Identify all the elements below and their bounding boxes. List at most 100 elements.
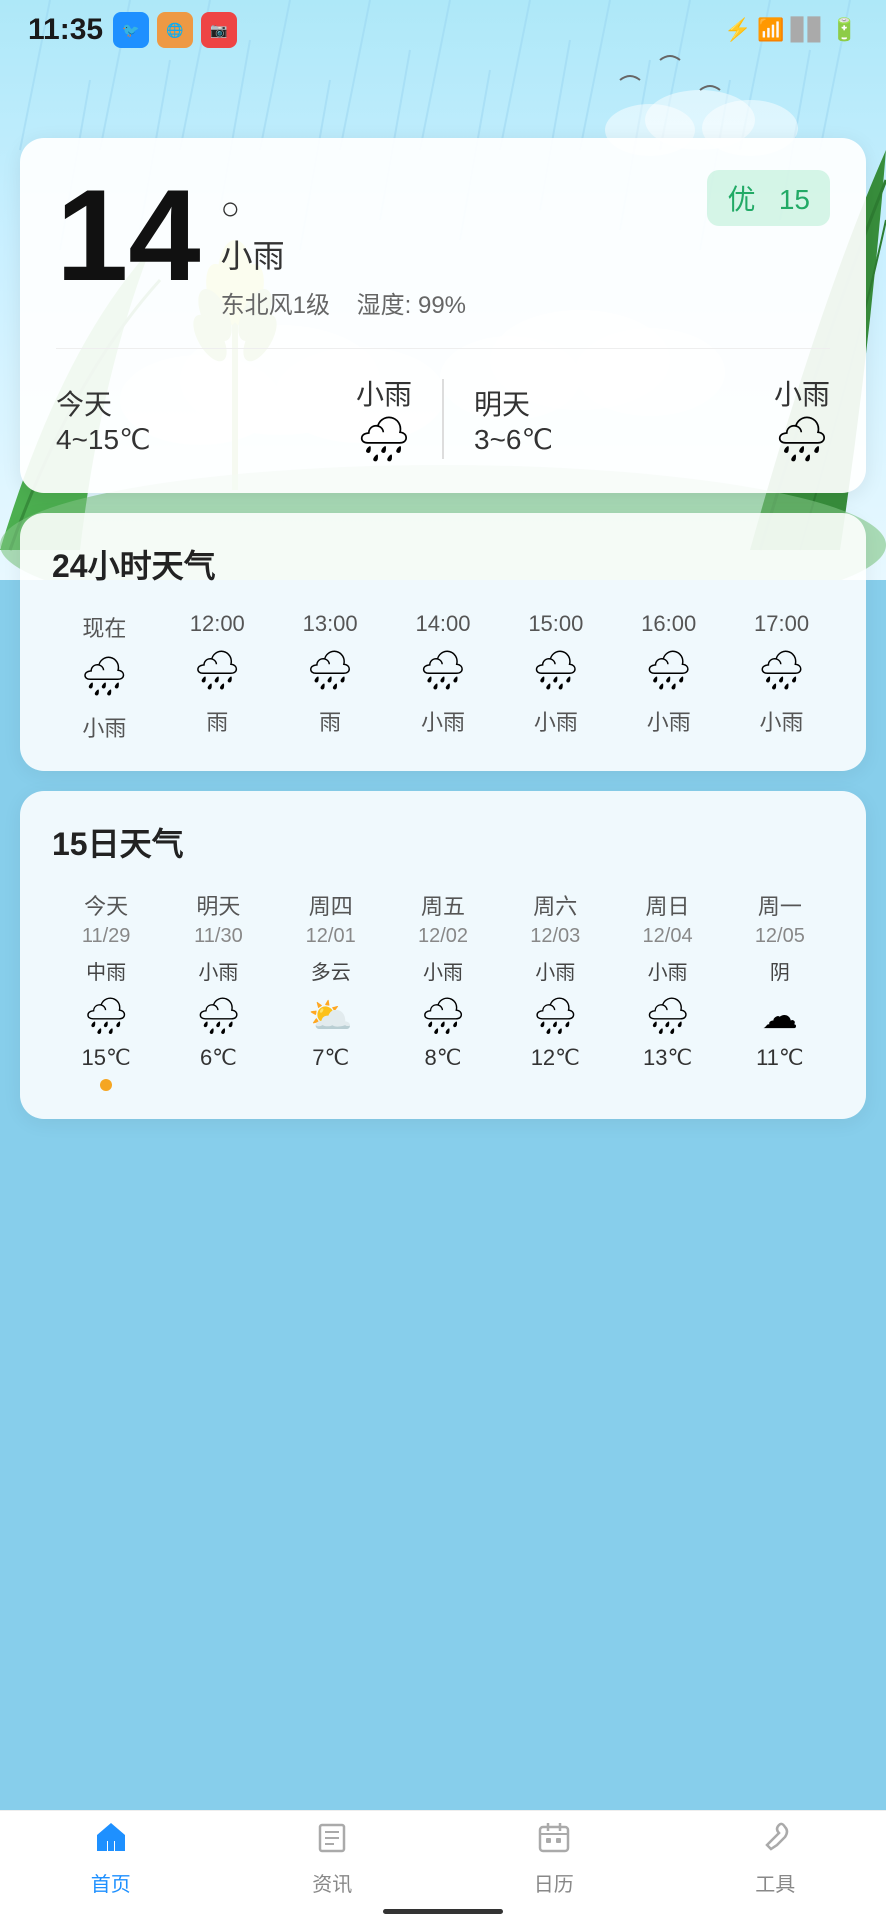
hourly-time: 15:00 <box>503 611 608 637</box>
hourly-item: 15:00 🌧 小雨 <box>503 611 608 743</box>
today-tomorrow-row: 今天 4~15℃ 小雨 🌧 明天 3~6℃ <box>56 348 830 465</box>
hourly-weather-card: 24小时天气 现在 🌧 小雨 12:00 🌧 雨 13:00 🌧 雨 14:00… <box>20 513 866 771</box>
hourly-item: 14:00 🌧 小雨 <box>391 611 496 743</box>
daily-desc: 小雨 <box>613 956 721 985</box>
daily-day: 周日 <box>613 889 721 921</box>
daily-day: 今天 <box>52 889 160 921</box>
hourly-icon: 🌧 <box>616 649 721 693</box>
nav-item-tools[interactable]: 工具 <box>755 1819 795 1897</box>
nav-item-home[interactable]: 首页 <box>91 1819 131 1897</box>
daily-date: 12/04 <box>613 925 721 948</box>
hourly-icon: 🌧 <box>165 649 270 693</box>
temperature-value: 14 <box>56 170 201 300</box>
daily-desc: 多云 <box>277 956 385 985</box>
aqi-value: 15 <box>779 184 810 215</box>
wind-info: 东北风1级 <box>221 292 330 319</box>
tomorrow-weather-label: 小雨 <box>774 373 830 413</box>
hourly-time: 16:00 <box>616 611 721 637</box>
daily-date: 11/29 <box>52 925 160 948</box>
daily-item: 周六 12/03 小雨 🌧 12℃ <box>501 889 609 1091</box>
app-icon-2: 🌐 <box>157 12 193 48</box>
main-content: 14 ○ 小雨 东北风1级 湿度: 99% 优 15 今天 <box>0 138 886 1159</box>
daily-temp: 8℃ <box>389 1045 497 1071</box>
hourly-time: 14:00 <box>391 611 496 637</box>
daily-date: 12/05 <box>726 925 834 948</box>
hourly-icon: 🌧 <box>52 655 157 699</box>
daily-item: 周日 12/04 小雨 🌧 13℃ <box>613 889 721 1091</box>
daily-temp: 15℃ <box>52 1045 160 1071</box>
weather-description: 小雨 <box>221 231 708 277</box>
hourly-grid: 现在 🌧 小雨 12:00 🌧 雨 13:00 🌧 雨 14:00 🌧 小雨 1… <box>52 611 834 743</box>
weather-info: ○ 小雨 东北风1级 湿度: 99% <box>221 170 708 320</box>
daily-desc: 小雨 <box>501 956 609 985</box>
app-icon-1: 🐦 <box>113 12 149 48</box>
today-temp: 4~15℃ <box>56 423 151 456</box>
daily-day: 周六 <box>501 889 609 921</box>
hourly-icon: 🌧 <box>391 649 496 693</box>
hourly-item: 现在 🌧 小雨 <box>52 611 157 743</box>
tomorrow-temp: 3~6℃ <box>474 423 553 456</box>
hourly-item: 12:00 🌧 雨 <box>165 611 270 743</box>
daily-icon: ☁ <box>726 995 834 1037</box>
nav-label-calendar: 日历 <box>534 1868 574 1897</box>
hourly-desc: 小雨 <box>729 705 834 737</box>
daily-desc: 小雨 <box>164 956 272 985</box>
status-icons: ⚡ 📶 ▊▊ 🔋 <box>724 17 858 43</box>
daily-day: 周五 <box>389 889 497 921</box>
daily-icon: 🌧 <box>164 995 272 1037</box>
status-bar: 11:35 🐦 🌐 📷 ⚡ 📶 ▊▊ 🔋 <box>0 0 886 56</box>
daily-item: 周一 12/05 阴 ☁ 11℃ <box>726 889 834 1091</box>
daily-date: 12/03 <box>501 925 609 948</box>
today-dot <box>100 1079 112 1091</box>
nav-icon-news <box>314 1819 350 1864</box>
daily-item: 周五 12/02 小雨 🌧 8℃ <box>389 889 497 1091</box>
bluetooth-icon: ⚡ <box>724 17 751 43</box>
current-weather-card: 14 ○ 小雨 东北风1级 湿度: 99% 优 15 今天 <box>20 138 866 493</box>
app-icons: 🐦 🌐 📷 <box>113 12 237 48</box>
nav-item-calendar[interactable]: 日历 <box>534 1819 574 1897</box>
daily-desc: 小雨 <box>389 956 497 985</box>
app-icon-3: 📷 <box>201 12 237 48</box>
bottom-nav: 首页 资讯 日历 工具 <box>0 1810 886 1920</box>
hourly-icon: 🌧 <box>503 649 608 693</box>
hourly-desc: 小雨 <box>391 705 496 737</box>
home-indicator <box>383 1909 503 1914</box>
hourly-desc: 雨 <box>278 705 383 737</box>
nav-icon-tools <box>757 1819 793 1864</box>
nav-icon-calendar <box>536 1819 572 1864</box>
hourly-item: 13:00 🌧 雨 <box>278 611 383 743</box>
forecast-divider <box>442 379 444 459</box>
status-time: 11:35 <box>28 13 103 47</box>
hourly-desc: 小雨 <box>503 705 608 737</box>
hourly-time: 13:00 <box>278 611 383 637</box>
daily-date: 12/01 <box>277 925 385 948</box>
daily-date: 11/30 <box>164 925 272 948</box>
calendar-icon <box>536 1819 572 1855</box>
daily-desc: 中雨 <box>52 956 160 985</box>
weather-circle: ○ <box>221 190 708 227</box>
daily-item: 周四 12/01 多云 ⛅ 7℃ <box>277 889 385 1091</box>
weather-detail: 东北风1级 湿度: 99% <box>221 285 708 320</box>
daily-day: 周四 <box>277 889 385 921</box>
nav-icon-home <box>93 1819 129 1864</box>
daily-icon: 🌧 <box>613 995 721 1037</box>
hourly-icon: 🌧 <box>729 649 834 693</box>
daily-icon: ⛅ <box>277 995 385 1037</box>
tools-icon <box>757 1819 793 1855</box>
hourly-desc: 雨 <box>165 705 270 737</box>
nav-label-tools: 工具 <box>755 1868 795 1897</box>
daily-item: 明天 11/30 小雨 🌧 6℃ <box>164 889 272 1091</box>
hourly-time: 12:00 <box>165 611 270 637</box>
daily-grid: 今天 11/29 中雨 🌧 15℃ 明天 11/30 小雨 🌧 6℃ 周四 12… <box>52 889 834 1091</box>
nav-item-news[interactable]: 资讯 <box>312 1819 352 1897</box>
battery-icon: 🔋 <box>831 17 858 43</box>
hourly-desc: 小雨 <box>616 705 721 737</box>
hourly-desc: 小雨 <box>52 711 157 743</box>
daily-temp: 7℃ <box>277 1045 385 1071</box>
tomorrow-weather-icon: 🌧 <box>774 413 830 465</box>
daily-desc: 阴 <box>726 956 834 985</box>
daily-temp: 13℃ <box>613 1045 721 1071</box>
today-label: 今天 <box>56 383 151 423</box>
today-weather-icon: 🌧 <box>356 413 412 465</box>
daily-temp: 12℃ <box>501 1045 609 1071</box>
